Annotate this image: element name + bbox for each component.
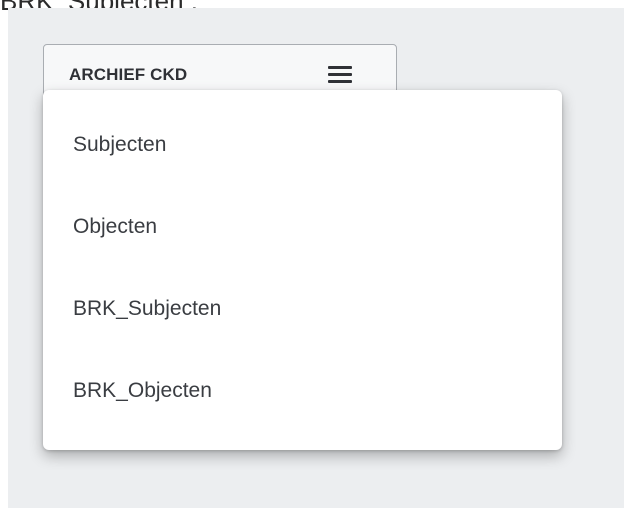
menu-item-brk-objecten[interactable]: BRK_Objecten [43,350,562,432]
menu-item-brk-subjecten[interactable]: BRK_Subjecten [43,268,562,350]
archive-button-label: ARCHIEF CKD [69,65,188,84]
hamburger-icon [328,66,352,84]
menu-item-objecten[interactable]: Objecten [43,186,562,268]
menu-item-subjecten[interactable]: Subjecten [43,104,562,186]
dropdown-menu: Subjecten Objecten BRK_Subjecten BRK_Obj… [43,90,562,450]
